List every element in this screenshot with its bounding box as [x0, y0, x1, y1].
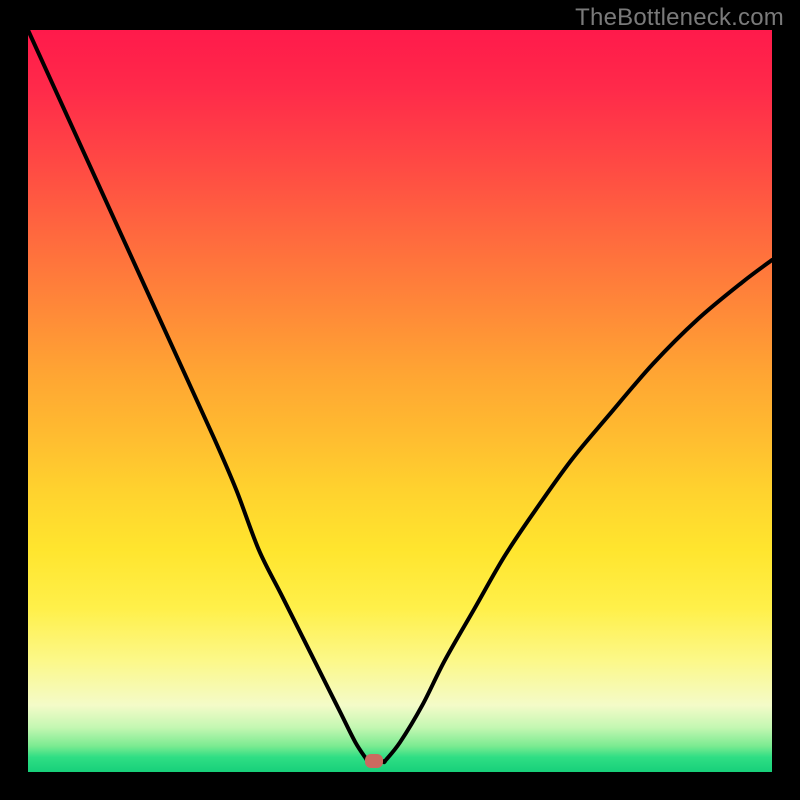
watermark-text: TheBottleneck.com [575, 4, 784, 32]
plot-area [28, 30, 772, 772]
optimum-marker [365, 754, 383, 768]
chart-stage: TheBottleneck.com [0, 0, 800, 800]
bottleneck-curve [28, 30, 772, 772]
